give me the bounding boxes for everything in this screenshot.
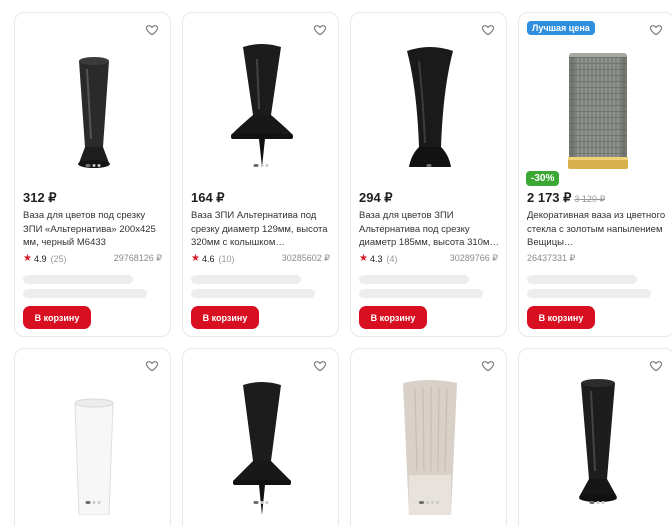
product-image-beige-vase[interactable]: [365, 375, 494, 515]
product-sku: 30285602 ₽: [281, 253, 330, 263]
favorite-heart-icon[interactable]: [145, 23, 159, 37]
favorite-heart-icon[interactable]: [649, 23, 663, 37]
product-reviews[interactable]: (4): [386, 254, 397, 264]
image-carousel-dots[interactable]: [426, 164, 431, 167]
loading-placeholder: [359, 289, 483, 298]
add-to-cart-button[interactable]: В корзину: [359, 306, 427, 329]
product-card[interactable]: 294 ₽ Ваза для цветов ЗПИ Альтернатива п…: [350, 12, 507, 337]
product-price: 294 ₽: [359, 190, 393, 205]
product-sku: 26437331 ₽: [527, 253, 576, 263]
product-meta: ★ 4.9 (25) 29768126 ₽: [23, 253, 162, 264]
product-meta: ★ 4.3 (4) 30289766 ₽: [359, 253, 498, 264]
favorite-heart-icon[interactable]: [313, 23, 327, 37]
product-title[interactable]: Ваза для цветов ЗПИ Альтернатива под сре…: [359, 209, 499, 250]
favorite-heart-icon[interactable]: [649, 359, 663, 373]
product-rating: 4.9: [33, 253, 47, 264]
product-price: 164 ₽: [191, 190, 225, 205]
favorite-heart-icon[interactable]: [481, 359, 495, 373]
discount-badge: -30%: [526, 171, 560, 186]
add-to-cart-button[interactable]: В корзину: [527, 306, 595, 329]
product-image-vase[interactable]: [197, 375, 326, 515]
product-rating: 4.3: [369, 253, 383, 264]
image-carousel-dots[interactable]: [589, 501, 604, 504]
loading-placeholder: [191, 289, 315, 298]
image-carousel-dots[interactable]: [253, 164, 268, 167]
image-carousel-dots[interactable]: [85, 164, 100, 167]
product-rating: 4.6: [201, 253, 215, 264]
product-card[interactable]: Лучшая цена -30% 2 173 ₽3 120 ₽ Декорати…: [518, 12, 672, 337]
current-price: 2 173 ₽: [527, 190, 572, 205]
product-card[interactable]: [350, 348, 507, 526]
product-image-vase[interactable]: [29, 39, 158, 179]
product-meta: ★ 4.6 (10) 30285602 ₽: [191, 253, 330, 264]
product-image-glass-vase[interactable]: [533, 39, 662, 179]
loading-placeholder: [359, 275, 469, 284]
product-price: 2 173 ₽3 120 ₽: [527, 190, 605, 206]
product-reviews[interactable]: (10): [218, 254, 234, 264]
product-sku: 30289766 ₽: [449, 253, 498, 263]
favorite-heart-icon[interactable]: [313, 359, 327, 373]
product-card[interactable]: [518, 348, 672, 526]
product-card[interactable]: [182, 348, 339, 526]
star-icon: ★: [23, 253, 32, 264]
product-price: 312 ₽: [23, 190, 57, 205]
product-title[interactable]: Ваза для цветов под срезку ЗПИ «Альтерна…: [23, 209, 163, 250]
product-card[interactable]: [14, 348, 171, 526]
old-price: 3 120 ₽: [574, 194, 606, 204]
product-title[interactable]: Ваза ЗПИ Альтернатива под срезку диаметр…: [191, 209, 331, 250]
image-carousel-dots[interactable]: [85, 501, 100, 504]
product-image-vase[interactable]: [365, 39, 494, 179]
product-reviews[interactable]: (25): [50, 254, 66, 264]
image-carousel-dots[interactable]: [253, 501, 268, 504]
best-price-badge: Лучшая цена: [527, 21, 595, 35]
star-icon: ★: [359, 253, 368, 264]
loading-placeholder: [527, 275, 637, 284]
image-carousel-dots[interactable]: [418, 501, 439, 504]
add-to-cart-button[interactable]: В корзину: [191, 306, 259, 329]
loading-placeholder: [23, 289, 147, 298]
loading-placeholder: [23, 275, 133, 284]
product-sku: 29768126 ₽: [113, 253, 162, 263]
product-card[interactable]: 312 ₽ Ваза для цветов под срезку ЗПИ «Ал…: [14, 12, 171, 337]
product-card[interactable]: 164 ₽ Ваза ЗПИ Альтернатива под срезку д…: [182, 12, 339, 337]
star-icon: ★: [191, 253, 200, 264]
add-to-cart-button[interactable]: В корзину: [23, 306, 91, 329]
product-meta: 26437331 ₽: [527, 253, 666, 264]
product-image-vase[interactable]: [197, 39, 326, 179]
product-title[interactable]: Декоративная ваза из цветного стекла с з…: [527, 209, 667, 250]
favorite-heart-icon[interactable]: [145, 359, 159, 373]
product-image-white-vase[interactable]: [29, 375, 158, 515]
loading-placeholder: [527, 289, 651, 298]
product-image-vase[interactable]: [533, 375, 662, 515]
loading-placeholder: [191, 275, 301, 284]
favorite-heart-icon[interactable]: [481, 23, 495, 37]
